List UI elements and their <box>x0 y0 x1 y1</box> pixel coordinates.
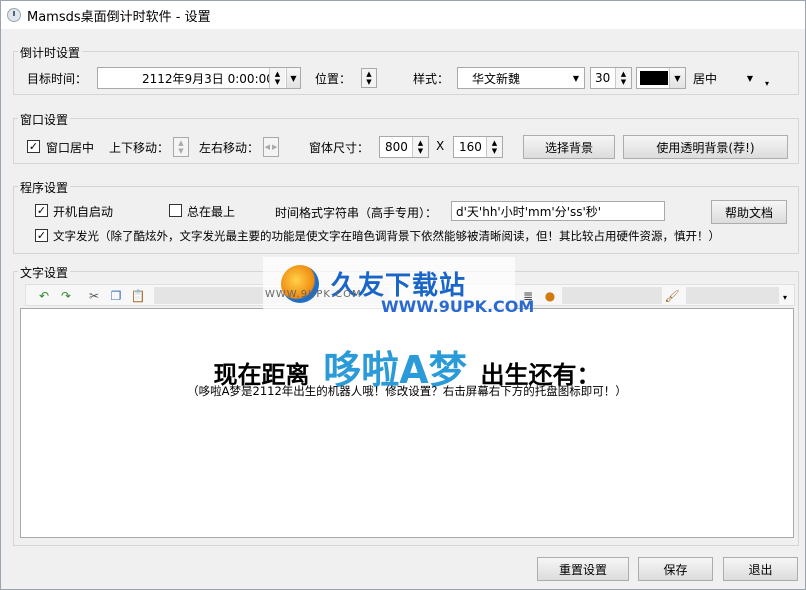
window-title: Mamsds桌面倒计时软件 - 设置 <box>27 9 211 25</box>
color-palette-icon[interactable]: ● <box>542 288 558 303</box>
leftright-move-label: 左右移动： <box>199 141 260 155</box>
target-time-picker[interactable]: 2112年9月3日 0:00:00 ▼ ▲ ▼ <box>97 67 301 89</box>
app-clock-icon <box>7 8 21 22</box>
window-width-stepper[interactable]: 800 ▲ ▼ <box>379 136 429 158</box>
window-center-checkbox[interactable]: ✓ <box>27 140 40 153</box>
color-swatch <box>640 71 668 85</box>
text-glow-checkbox[interactable]: ✓ <box>35 229 48 242</box>
size-box[interactable] <box>686 287 779 304</box>
align-value: 居中 <box>693 71 718 86</box>
text-group-label: 文字设置 <box>18 264 71 281</box>
undo-icon[interactable]: ↶ <box>36 288 52 303</box>
brush-icon[interactable]: 🖌 <box>664 288 680 303</box>
window-width-value: 800 <box>385 140 408 154</box>
window-height-stepper[interactable]: 160 ▲ ▼ <box>453 136 503 158</box>
time-spin-icon[interactable]: ▲ ▼ <box>269 68 285 88</box>
window-group-label: 窗口设置 <box>18 111 71 128</box>
leftright-spin-icon[interactable]: ◀ ▶ <box>263 137 279 157</box>
reset-settings-button[interactable]: 重置设置 <box>537 557 629 581</box>
updown-spin-icon[interactable]: ▲ ▼ <box>173 137 189 157</box>
copy-icon[interactable]: ❐ <box>108 288 124 303</box>
text-editor[interactable]: 现在距离 哆啦A梦 出生还有： （哆啦A梦是2112年出生的机器人哦！修改设置？… <box>20 308 794 538</box>
countdown-text-line2: （哆啦A梦是2112年出生的机器人哦！修改设置？右击屏幕右下方的托盘图标即可！） <box>187 384 627 398</box>
size-x-separator: X <box>436 139 445 153</box>
time-format-value: d'天'hh'小时'mm'分'ss'秒' <box>456 204 602 219</box>
help-docs-button[interactable]: 帮助文档 <box>711 200 787 224</box>
always-on-top-label: 总在最上 <box>187 205 236 219</box>
watermark-url-left: WWW.9UPK.COM <box>265 289 362 300</box>
font-size-value: 30 <box>595 71 611 85</box>
watermark: 久友下载站 WWW.9UPK.COM WWW.9UPK.COM <box>263 257 534 323</box>
toolbar-more-icon[interactable]: ▾ <box>783 293 787 302</box>
spin-updown-icon[interactable]: ▲ ▼ <box>615 68 631 88</box>
style-label: 样式： <box>413 72 450 86</box>
redo-icon[interactable]: ↷ <box>58 288 74 303</box>
font-size-stepper[interactable]: 30 ▲ ▼ <box>590 67 632 89</box>
choose-background-button[interactable]: 选择背景 <box>523 135 615 159</box>
countdown-group-label: 倒计时设置 <box>18 44 83 61</box>
font-value: 华文新魏 <box>472 71 521 86</box>
window-center-label: 窗口居中 <box>46 141 95 155</box>
text-glow-label: 文字发光（除了酷炫外，文字发光最主要的功能是使文字在暗色调背景下依然能够被清晰阅… <box>53 229 720 243</box>
save-button[interactable]: 保存 <box>638 557 713 581</box>
spin-updown-icon[interactable]: ▲ ▼ <box>412 137 428 157</box>
transparent-background-button[interactable]: 使用透明背景(荐!) <box>623 135 788 159</box>
title-bar: Mamsds桌面倒计时软件 - 设置 <box>1 1 805 29</box>
window-height-value: 160 <box>459 140 482 154</box>
align-select[interactable]: 居中 ▼ <box>690 67 758 89</box>
more-icon[interactable]: ▾ <box>765 79 769 88</box>
position-label: 位置： <box>315 72 352 86</box>
time-format-input[interactable]: d'天'hh'小时'mm'分'ss'秒' <box>451 201 665 221</box>
watermark-url: WWW.9UPK.COM <box>381 297 535 316</box>
cut-icon[interactable]: ✂ <box>86 288 102 303</box>
updown-move-label: 上下移动： <box>109 141 170 155</box>
paste-icon[interactable]: 📋 <box>130 288 146 303</box>
exit-button[interactable]: 退出 <box>723 557 798 581</box>
settings-window: Mamsds桌面倒计时软件 - 设置 倒计时设置 目标时间： 2112年9月3日… <box>0 0 806 590</box>
target-time-label: 目标时间： <box>27 72 88 86</box>
font-select[interactable]: 华文新魏 ▼ <box>457 67 585 89</box>
spin-updown-icon[interactable]: ▲ ▼ <box>486 137 502 157</box>
dropdown-arrow-icon[interactable]: ▼ <box>742 67 758 89</box>
dropdown-arrow-icon[interactable]: ▼ <box>669 68 685 88</box>
calendar-dropdown-icon[interactable]: ▼ <box>286 68 300 88</box>
always-on-top-checkbox[interactable] <box>169 204 182 217</box>
autostart-label: 开机自启动 <box>53 205 114 219</box>
window-size-label: 窗体尺寸： <box>309 141 370 155</box>
dropdown-arrow-icon[interactable]: ▼ <box>568 68 584 88</box>
target-time-value: 2112年9月3日 0:00:00 <box>142 71 274 86</box>
time-format-label: 时间格式字符串（高手专用）： <box>275 206 438 220</box>
autostart-checkbox[interactable]: ✓ <box>35 204 48 217</box>
program-group-label: 程序设置 <box>18 179 71 196</box>
position-spin-icon[interactable]: ▲ ▼ <box>361 68 377 88</box>
color-picker[interactable]: ▼ <box>636 67 686 89</box>
color-box[interactable] <box>562 287 662 304</box>
